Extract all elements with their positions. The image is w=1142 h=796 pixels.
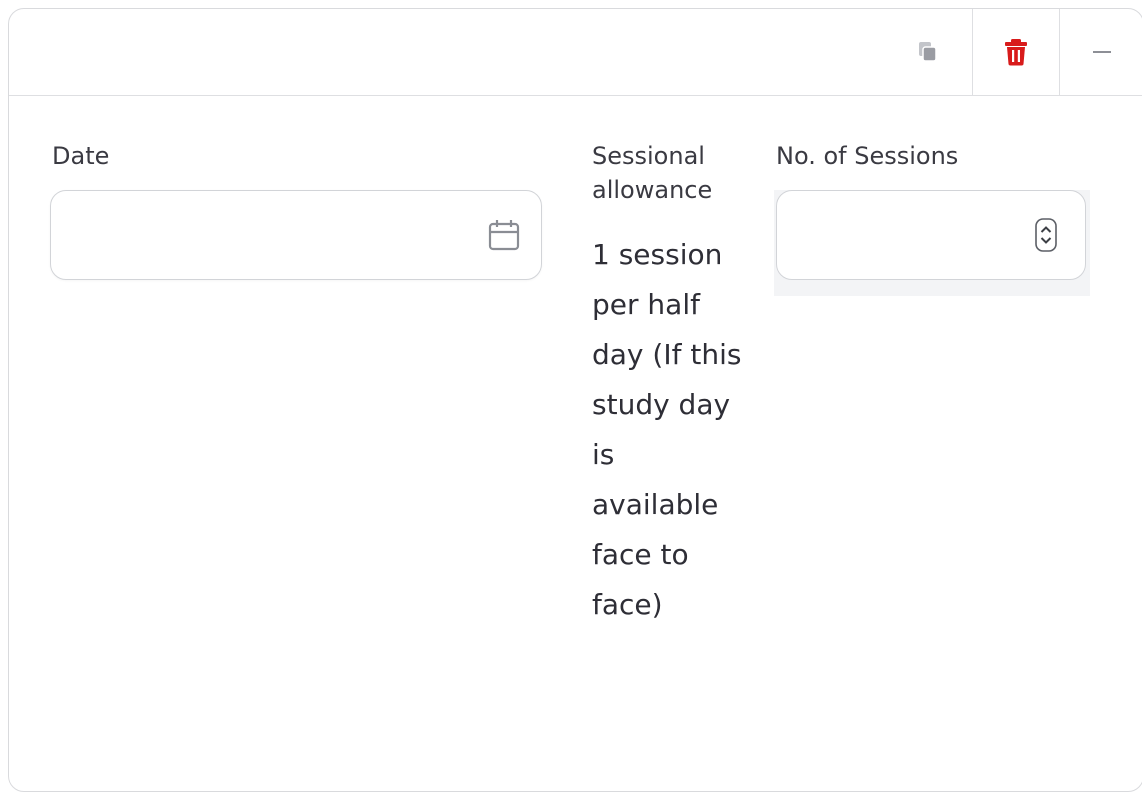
card-toolbar xyxy=(9,9,1142,96)
date-field[interactable] xyxy=(50,190,542,280)
minus-icon xyxy=(1093,51,1111,53)
sessions-field[interactable] xyxy=(776,190,1086,280)
copy-button[interactable] xyxy=(885,9,971,95)
sessions-input[interactable] xyxy=(797,191,1021,279)
collapse-button[interactable] xyxy=(1059,9,1142,95)
stepper-icon[interactable] xyxy=(1035,218,1057,252)
sessions-label: No. of Sessions xyxy=(776,142,959,170)
calendar-icon[interactable] xyxy=(487,218,521,252)
sessional-allowance-value: 1 session per half day (If this study da… xyxy=(592,238,742,621)
sessional-allowance-label: Sessional allowance xyxy=(592,142,713,204)
entry-card xyxy=(8,8,1142,792)
delete-button[interactable] xyxy=(972,9,1059,95)
date-input[interactable] xyxy=(71,191,435,279)
copy-icon xyxy=(919,42,937,62)
trash-icon xyxy=(1005,39,1027,66)
date-label: Date xyxy=(52,142,110,170)
